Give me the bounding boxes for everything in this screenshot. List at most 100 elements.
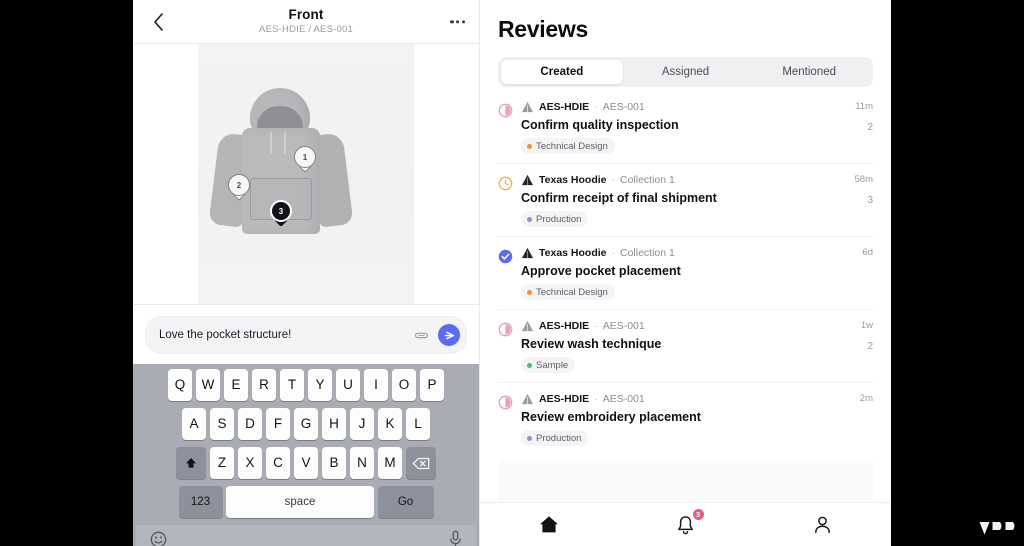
comment-input[interactable]: Love the pocket structure! bbox=[159, 329, 405, 341]
pin-label: 3 bbox=[270, 200, 292, 222]
space-key[interactable]: space bbox=[226, 486, 374, 518]
key-u[interactable]: U bbox=[335, 369, 361, 401]
review-category-tag: Technical Design bbox=[521, 284, 615, 300]
meta-separator: · bbox=[594, 320, 598, 332]
backspace-key[interactable] bbox=[405, 447, 436, 479]
tab-notifications[interactable]: 3 bbox=[666, 508, 706, 540]
review-list-item[interactable]: Texas Hoodie · Collection 1 Confirm rece… bbox=[498, 164, 873, 237]
review-meta: AES-HDIE · AES-001 bbox=[521, 101, 835, 113]
product-code-subtitle: AES-HDIE / AES-001 bbox=[259, 23, 353, 35]
product-detail-panel: Front AES-HDIE / AES-001 1 2 3 Love the … bbox=[133, 0, 480, 546]
paperclip-icon[interactable] bbox=[413, 327, 430, 344]
tag-label: Technical Design bbox=[536, 140, 608, 152]
key-o[interactable]: O bbox=[391, 369, 417, 401]
comment-composer[interactable]: Love the pocket structure! bbox=[145, 316, 467, 354]
key-z[interactable]: Z bbox=[209, 447, 235, 479]
review-list-item[interactable]: AES-HDIE · AES-001 Review embroidery pla… bbox=[498, 383, 873, 455]
hoodie-triangle-icon bbox=[521, 393, 534, 405]
notification-badge: 3 bbox=[692, 508, 704, 520]
key-n[interactable]: N bbox=[349, 447, 375, 479]
key-l[interactable]: L bbox=[405, 408, 431, 440]
tag-label: Technical Design bbox=[536, 286, 608, 298]
ellipsis-icon-dot bbox=[456, 19, 460, 24]
key-b[interactable]: B bbox=[321, 447, 347, 479]
review-side-meta: 11m 2 bbox=[843, 101, 873, 154]
review-collection: Collection 1 bbox=[620, 247, 675, 259]
check-circle-filled-icon bbox=[498, 249, 513, 264]
review-category-tag: Technical Design bbox=[521, 138, 615, 154]
tab-home[interactable] bbox=[529, 510, 569, 540]
review-collection: AES-001 bbox=[602, 101, 645, 113]
meta-separator: · bbox=[611, 247, 616, 259]
vpp-logo-mark-1 bbox=[979, 522, 990, 535]
tag-label: Production bbox=[536, 213, 582, 225]
product-title-block: Front AES-HDIE / AES-001 bbox=[259, 8, 353, 34]
key-r[interactable]: R bbox=[251, 369, 277, 401]
home-filled-icon bbox=[539, 516, 558, 533]
chevron-left-icon bbox=[153, 12, 163, 31]
key-t[interactable]: T bbox=[279, 369, 305, 401]
hoodie-triangle-icon bbox=[521, 101, 534, 113]
review-title: Review embroidery placement bbox=[521, 410, 701, 424]
product-photo[interactable]: 1 2 3 bbox=[198, 44, 414, 304]
key-v[interactable]: V bbox=[293, 447, 319, 479]
page-title: Front bbox=[288, 7, 324, 23]
review-content: AES-HDIE · AES-001 Confirm quality inspe… bbox=[521, 101, 835, 154]
back-button[interactable] bbox=[147, 11, 169, 33]
emoji-smile-icon[interactable] bbox=[150, 531, 167, 546]
key-w[interactable]: W bbox=[195, 369, 221, 401]
key-g[interactable]: G bbox=[293, 408, 319, 440]
key-m[interactable]: M bbox=[377, 447, 403, 479]
annotation-pin-3-active[interactable]: 3 bbox=[270, 200, 292, 228]
annotation-pin-2[interactable]: 2 bbox=[228, 174, 250, 202]
key-d[interactable]: D bbox=[237, 408, 263, 440]
tag-label: Production bbox=[536, 432, 582, 444]
review-list-item[interactable]: Texas Hoodie · Collection 1 Approve pock… bbox=[498, 237, 873, 310]
review-category-tag: Sample bbox=[521, 357, 576, 373]
clock-icon bbox=[498, 176, 513, 191]
key-h[interactable]: H bbox=[321, 408, 347, 440]
letterboxed-content: Front AES-HDIE / AES-001 1 2 3 Love the … bbox=[133, 0, 891, 546]
review-content: AES-HDIE · AES-001 Review embroidery pla… bbox=[521, 393, 835, 446]
key-a[interactable]: A bbox=[181, 408, 207, 440]
review-product-name: Texas Hoodie bbox=[539, 174, 607, 186]
review-meta: Texas Hoodie · Collection 1 bbox=[521, 174, 835, 186]
key-j[interactable]: J bbox=[349, 408, 375, 440]
tab-mentioned[interactable]: Mentioned bbox=[748, 60, 870, 84]
send-button[interactable] bbox=[438, 324, 460, 346]
numbers-key[interactable]: 123 bbox=[178, 486, 223, 518]
key-x[interactable]: X bbox=[237, 447, 263, 479]
more-options-button[interactable] bbox=[450, 19, 465, 24]
reviews-heading: Reviews bbox=[498, 16, 588, 42]
tag-color-dot bbox=[527, 435, 532, 441]
review-category-tag: Production bbox=[521, 430, 589, 446]
shift-key[interactable] bbox=[176, 447, 207, 479]
review-title: Review wash technique bbox=[521, 337, 662, 351]
review-list-item[interactable]: AES-HDIE · AES-001 Confirm quality inspe… bbox=[498, 91, 873, 164]
review-list-item[interactable]: AES-HDIE · AES-001 Review wash technique… bbox=[498, 310, 873, 383]
tab-profile[interactable] bbox=[803, 510, 843, 540]
tab-created[interactable]: Created bbox=[501, 60, 623, 84]
hoodie-drawcord-left bbox=[270, 132, 272, 154]
person-icon bbox=[815, 516, 830, 534]
review-collection: AES-001 bbox=[602, 320, 645, 332]
go-key[interactable]: Go bbox=[377, 486, 434, 518]
meta-separator: · bbox=[594, 101, 598, 113]
key-q[interactable]: Q bbox=[167, 369, 193, 401]
tag-color-dot bbox=[527, 216, 532, 222]
meta-separator: · bbox=[594, 393, 598, 405]
key-i[interactable]: I bbox=[363, 369, 389, 401]
microphone-icon[interactable] bbox=[449, 530, 462, 546]
key-k[interactable]: K bbox=[377, 408, 403, 440]
key-p[interactable]: P bbox=[419, 369, 445, 401]
key-s[interactable]: S bbox=[209, 408, 235, 440]
tab-assigned[interactable]: Assigned bbox=[625, 60, 747, 84]
key-f[interactable]: F bbox=[265, 408, 291, 440]
ellipsis-icon-dot bbox=[450, 19, 454, 24]
reviews-panel: Reviews Created Assigned Mentioned AES-H… bbox=[480, 0, 891, 546]
key-y[interactable]: Y bbox=[307, 369, 333, 401]
annotation-pin-1[interactable]: 1 bbox=[294, 146, 316, 174]
keyboard-row-4: 123 space Go bbox=[136, 486, 476, 518]
key-e[interactable]: E bbox=[223, 369, 249, 401]
key-c[interactable]: C bbox=[265, 447, 291, 479]
